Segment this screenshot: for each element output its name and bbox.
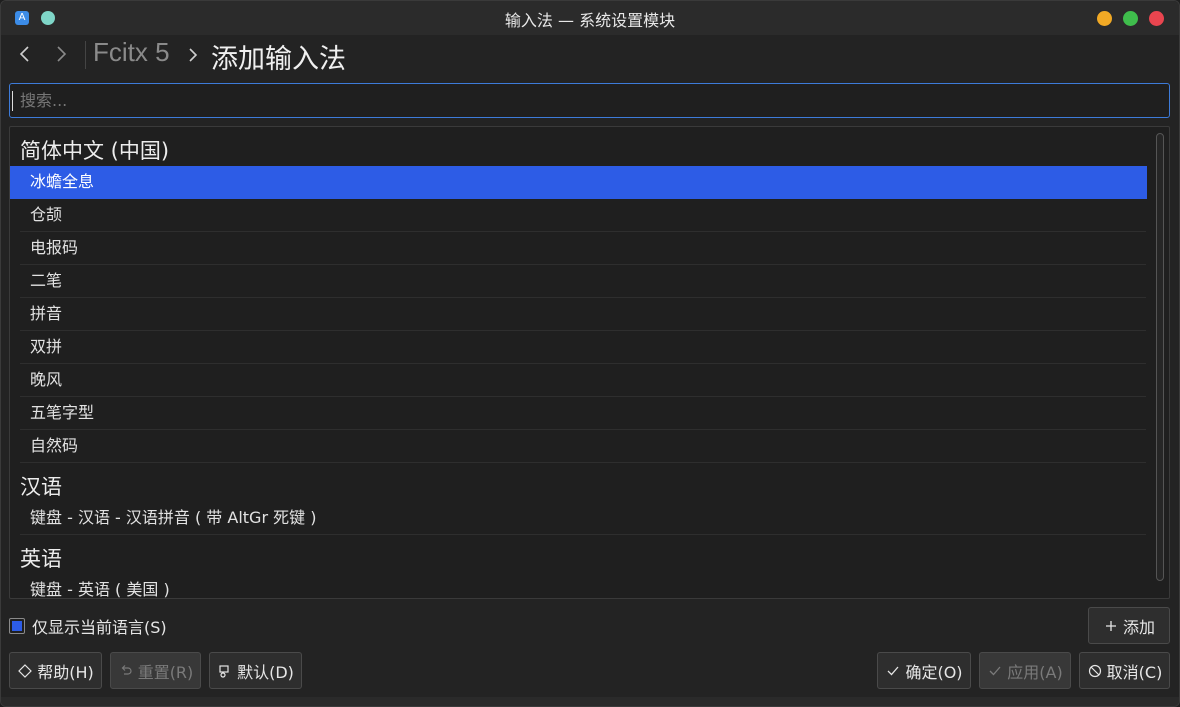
add-button[interactable]: 添加 xyxy=(1088,607,1170,644)
cancel-icon xyxy=(1087,663,1103,679)
close-button[interactable] xyxy=(1149,11,1164,26)
cancel-button-label: 取消(C) xyxy=(1106,662,1163,682)
scrollbar[interactable] xyxy=(1156,133,1164,581)
breadcrumb-root[interactable]: Fcitx 5 xyxy=(93,37,170,68)
apply-button[interactable]: 应用(A) xyxy=(979,652,1071,689)
list-item[interactable]: 键盘 - 汉语 - 汉语拼音 ( 带 AltGr 死键 ) xyxy=(20,502,1146,535)
group-header: 英语 xyxy=(20,547,62,571)
apply-button-label: 应用(A) xyxy=(1007,662,1063,682)
help-button-label: 帮助(H) xyxy=(37,662,94,682)
help-button[interactable]: 帮助(H) xyxy=(9,652,102,689)
input-method-list[interactable]: 简体中文 (中国) 冰蟾全息 仓颉 电报码 二笔 拼音 双拼 晚风 五笔字型 自… xyxy=(9,126,1170,599)
undo-icon xyxy=(118,663,134,679)
navigation-bar: Fcitx 5 添加输入法 xyxy=(1,35,1179,75)
check-icon xyxy=(987,663,1003,679)
list-item[interactable]: 键盘 - 英语 ( 美国 ) xyxy=(20,574,1146,598)
list-item[interactable]: 五笔字型 xyxy=(20,397,1146,430)
plus-icon xyxy=(1103,618,1119,634)
ok-button[interactable]: 确定(O) xyxy=(877,652,971,689)
default-button-label: 默认(D) xyxy=(237,662,294,682)
only-current-language-checkbox[interactable] xyxy=(9,618,25,634)
only-current-language-option[interactable]: 仅显示当前语言(S) xyxy=(9,615,167,637)
minimize-button[interactable] xyxy=(1097,11,1112,26)
settings-window: A 输入法 — 系统设置模块 Fcitx 5 添加输入法 简体中文 (中国) 冰… xyxy=(0,0,1180,707)
list-item[interactable]: 双拼 xyxy=(20,331,1146,364)
list-item[interactable]: 电报码 xyxy=(20,232,1146,265)
nav-divider xyxy=(85,41,86,69)
text-caret xyxy=(12,91,13,111)
breadcrumb-current: 添加输入法 xyxy=(211,44,346,75)
search-input[interactable] xyxy=(9,83,1170,118)
add-button-label: 添加 xyxy=(1122,617,1155,637)
window-title: 输入法 — 系统设置模块 xyxy=(504,11,676,30)
group-header: 简体中文 (中国) xyxy=(20,139,170,163)
chevron-right-icon xyxy=(57,46,67,62)
maximize-button[interactable] xyxy=(1123,11,1138,26)
list-item[interactable]: 晚风 xyxy=(20,364,1146,397)
title-bar[interactable]: A 输入法 — 系统设置模块 xyxy=(1,1,1179,35)
check-icon xyxy=(885,663,901,679)
breadcrumb-separator-icon xyxy=(185,45,201,65)
restore-defaults-icon xyxy=(217,663,233,679)
cancel-button[interactable]: 取消(C) xyxy=(1079,652,1170,689)
list-item[interactable]: 二笔 xyxy=(20,265,1146,298)
list-item[interactable]: 拼音 xyxy=(20,298,1146,331)
window-bottom-edge xyxy=(1,697,1179,706)
forward-button[interactable] xyxy=(49,39,75,69)
checkbox-check-mark xyxy=(12,621,22,631)
list-item[interactable]: 自然码 xyxy=(20,430,1146,463)
reset-button-label: 重置(R) xyxy=(137,662,194,682)
ok-button-label: 确定(O) xyxy=(905,662,963,682)
list-item[interactable]: 仓颉 xyxy=(20,199,1146,232)
list-item[interactable]: 冰蟾全息 xyxy=(10,166,1147,199)
help-icon xyxy=(17,663,33,679)
default-button[interactable]: 默认(D) xyxy=(209,652,302,689)
back-button[interactable] xyxy=(11,39,37,69)
chevron-left-icon xyxy=(19,46,29,62)
only-current-language-label: 仅显示当前语言(S) xyxy=(32,618,167,637)
reset-button[interactable]: 重置(R) xyxy=(110,652,201,689)
group-header: 汉语 xyxy=(20,475,62,499)
